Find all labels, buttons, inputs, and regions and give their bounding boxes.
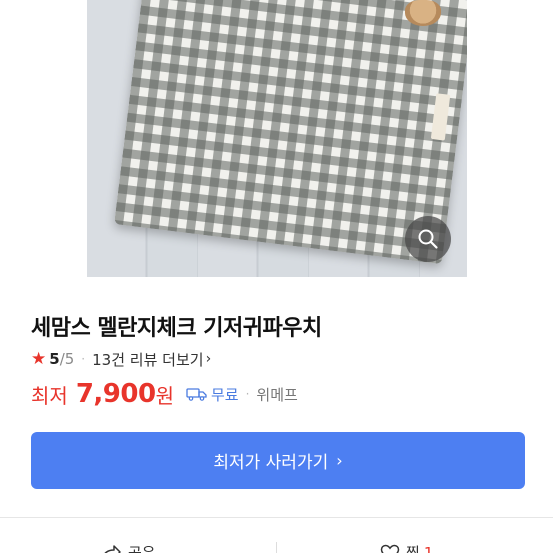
price-unit: 원 <box>155 383 174 408</box>
price-separator: · <box>245 387 250 401</box>
price-value: 7,900 <box>75 379 156 409</box>
rating-separator: · <box>81 352 86 366</box>
price-row: 최저 7,900 원 무료 · 위메프 <box>31 378 298 410</box>
buy-button-label: 최저가 사러가기 <box>213 453 329 473</box>
share-label: 공유 <box>128 544 156 553</box>
search-icon <box>418 229 438 249</box>
like-label: 찜 <box>406 544 420 553</box>
rating-score: 5 <box>49 350 60 368</box>
mall-label: 위메프 <box>256 385 298 404</box>
heart-icon <box>380 544 400 553</box>
zoom-button[interactable] <box>405 216 451 262</box>
review-link[interactable]: 13건 리뷰 더보기 › <box>92 349 211 370</box>
buy-lowest-price-button[interactable]: 최저가 사러가기 › <box>31 432 525 489</box>
toy-graphic <box>405 0 441 26</box>
shipping-label: 무료 <box>210 385 239 404</box>
chevron-right-icon: › <box>336 451 343 470</box>
bottom-action-bar: 공유 찜 1 <box>0 518 553 553</box>
product-title: 세맘스 멜란지체크 기저귀파우치 <box>31 316 322 341</box>
like-count: 1 <box>423 543 434 553</box>
chevron-right-icon: › <box>205 351 212 367</box>
truck-icon <box>186 388 207 401</box>
share-button[interactable]: 공유 <box>100 542 156 553</box>
like-button[interactable]: 찜 1 <box>380 542 433 553</box>
price-label: 최저 <box>31 383 68 408</box>
pouch-tag <box>430 93 451 141</box>
rating-total: /5 <box>59 350 75 368</box>
share-icon <box>103 544 121 553</box>
bottom-bar-separator <box>276 542 277 553</box>
star-icon: ★ <box>31 348 47 369</box>
review-link-label: 13건 리뷰 더보기 <box>92 350 204 369</box>
rating-row: ★ 5 /5 · 13건 리뷰 더보기 › <box>31 349 211 369</box>
